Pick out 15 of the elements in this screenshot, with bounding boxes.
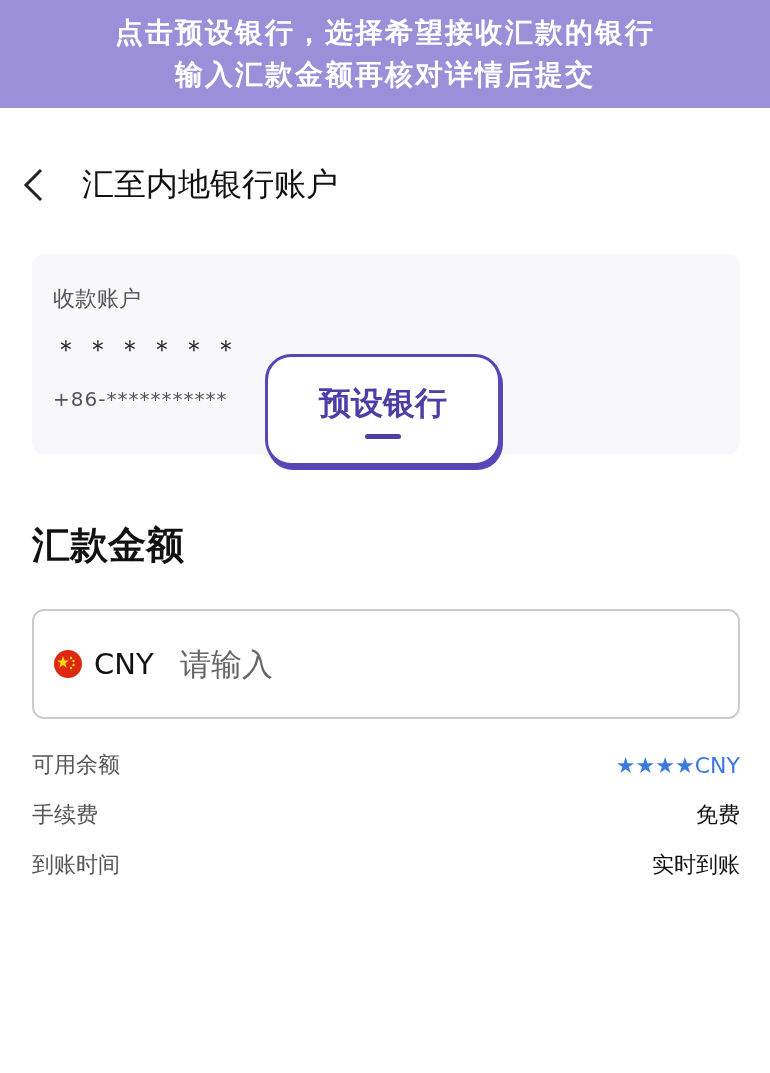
detail-value: 免费	[696, 801, 740, 829]
instruction-text: 点击预设银行，选择希望接收汇款的银行	[115, 15, 655, 51]
account-label: 收款账户	[53, 285, 141, 313]
callout-text: 预设银行	[319, 382, 447, 424]
detail-label: 到账时间	[32, 851, 120, 879]
detail-value: 实时到账	[652, 851, 740, 879]
account-name: ＊＊＊＊＊＊	[53, 333, 245, 366]
instruction-text: 输入汇款金额再核对详情后提交	[175, 57, 595, 93]
detail-label: 可用余额	[32, 751, 120, 779]
page-title: 汇至内地银行账户	[82, 164, 338, 205]
section-title: 汇款金额	[32, 522, 185, 569]
detail-value: ★★★★CNY	[615, 752, 740, 778]
account-phone: +86-***********	[53, 387, 228, 411]
currency-code: CNY	[94, 647, 154, 681]
detail-label: 手续费	[32, 801, 98, 829]
